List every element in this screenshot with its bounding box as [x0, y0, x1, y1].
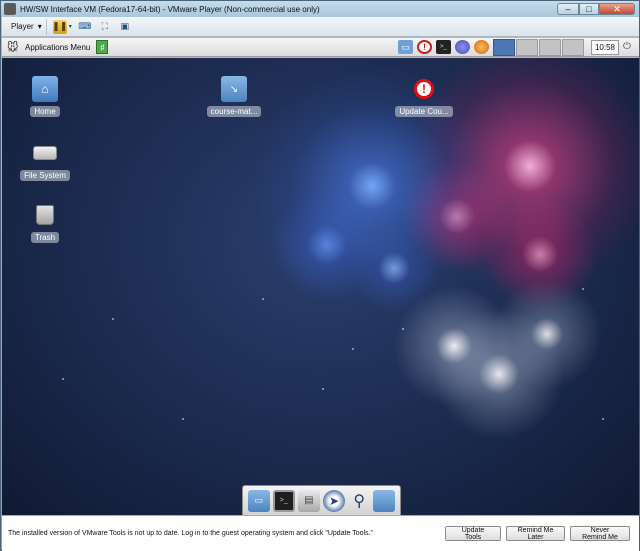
player-menu-label: Player	[11, 22, 34, 31]
star	[322, 388, 324, 390]
never-remind-me-button[interactable]: Never Remind Me	[570, 526, 630, 541]
star	[182, 418, 184, 420]
fullscreen-icon[interactable]: ⛶	[98, 20, 112, 34]
desktop-icon-label: Update Cou...	[395, 106, 453, 117]
file-manager-icon[interactable]: ▤	[297, 489, 320, 512]
star	[112, 318, 114, 320]
desktop-icon-course-materials[interactable]: ↘ course-mat...	[194, 76, 274, 117]
xfce-mouse-icon: 🐭	[7, 42, 19, 54]
firefox-icon[interactable]	[473, 40, 489, 54]
desktop-icon-file-system[interactable]: File System	[5, 140, 85, 181]
workspace-2[interactable]	[515, 38, 538, 56]
vmware-toolbar: Player ▾ ❚❚ ▾ ⌨ ⛶ ▣	[2, 17, 639, 37]
power-action-icon[interactable]: ⏻	[623, 41, 635, 53]
search-icon[interactable]: ⚲	[348, 490, 370, 512]
star	[582, 288, 584, 290]
clock[interactable]: 10:58	[590, 39, 619, 55]
close-button[interactable]: ✕	[599, 3, 635, 15]
star	[262, 298, 264, 300]
desktop-icon-home[interactable]: ⌂ Home	[5, 76, 85, 117]
folder-icon[interactable]	[373, 489, 396, 512]
star	[62, 378, 64, 380]
pause-icon[interactable]: ❚❚	[52, 19, 67, 34]
guest-top-panel: 🐭 Applications Menu ♯ ▭ ! >_ 10:58 ⏻	[2, 38, 639, 57]
applications-menu-button[interactable]: 🐭 Applications Menu	[7, 41, 91, 54]
folder-icon[interactable]: ▭	[397, 40, 413, 54]
desktop-icon-label: File System	[20, 170, 70, 181]
update-tools-button[interactable]: Update Tools	[445, 526, 501, 541]
desktop-icon-label: course-mat...	[206, 106, 262, 117]
star	[352, 348, 354, 350]
terminal-icon[interactable]: >_	[435, 40, 451, 54]
title-bar[interactable]: HW/SW Interface VM (Fedora17-64-bit) - V…	[1, 1, 639, 17]
maximize-button[interactable]: □	[579, 3, 599, 15]
desktop-icon-label: Trash	[30, 232, 60, 243]
panel-tray: ▭ ! >_ 10:58 ⏻	[397, 38, 639, 57]
vmware-tools-notification: The installed version of VMware Tools is…	[2, 515, 639, 551]
workspace-1[interactable]	[492, 38, 515, 56]
vmware-app-icon	[4, 3, 16, 15]
chevron-down-icon: ▾	[37, 22, 42, 31]
pause-dropdown-arrow[interactable]: ▾	[69, 23, 72, 30]
applications-menu-label: Applications Menu	[25, 42, 91, 52]
web-browser-icon[interactable]: ➤	[323, 489, 346, 512]
remind-me-later-button[interactable]: Remind Me Later	[506, 526, 565, 541]
web-browser-icon[interactable]	[454, 40, 470, 54]
terminal-icon[interactable]: >_	[272, 489, 295, 512]
workspace-4[interactable]	[561, 38, 584, 56]
send-ctrl-alt-del-icon[interactable]: ⌨	[78, 20, 92, 34]
home-folder-icon: ⌂	[32, 76, 58, 102]
desktop-icon-trash[interactable]: Trash	[5, 202, 85, 243]
desktop-icon-update-course[interactable]: ! Update Cou...	[384, 76, 464, 117]
update-warning-icon[interactable]: !	[416, 40, 432, 54]
window-title: HW/SW Interface VM (Fedora17-64-bit) - V…	[20, 4, 320, 14]
unity-mode-icon[interactable]: ▣	[118, 20, 132, 34]
notification-message: The installed version of VMware Tools is…	[8, 530, 374, 537]
minimize-button[interactable]: –	[557, 3, 579, 15]
drive-icon	[32, 140, 58, 166]
launcher-icon[interactable]: ♯	[96, 40, 109, 54]
warning-icon: !	[411, 76, 437, 102]
player-menu-button[interactable]: Player ▾	[7, 18, 47, 35]
star	[402, 328, 404, 330]
vmware-player-window: HW/SW Interface VM (Fedora17-64-bit) - V…	[0, 0, 640, 551]
star	[602, 418, 604, 420]
workspace-3[interactable]	[538, 38, 561, 56]
folder-link-icon: ↘	[221, 76, 247, 102]
desktop-icon-label: Home	[30, 106, 60, 117]
trash-icon	[32, 202, 58, 228]
show-desktop-icon[interactable]: ▭	[247, 489, 270, 512]
dock-panel: ▭ >_ ▤ ➤ ⚲	[242, 485, 401, 515]
desktop[interactable]: ⌂ Home File System Trash ↘ course-mat...…	[2, 58, 639, 515]
